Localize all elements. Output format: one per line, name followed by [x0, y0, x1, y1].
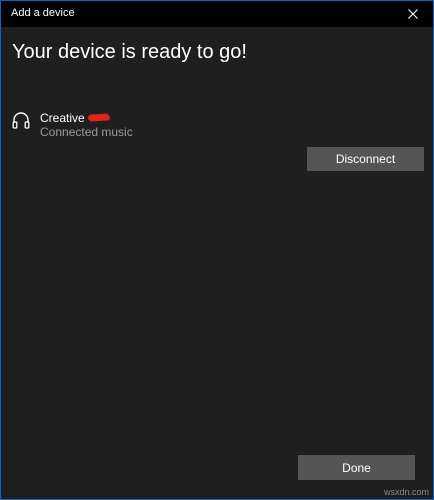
device-item: Creative Connected music [11, 107, 311, 143]
device-name-line: Creative [40, 109, 110, 125]
window-title: Add a device [11, 7, 75, 19]
device-name: Creative [40, 110, 85, 125]
close-button[interactable] [393, 1, 433, 27]
redaction-mark [87, 113, 110, 123]
headphones-icon [12, 112, 30, 129]
close-icon [408, 9, 418, 19]
add-device-window: Add a device Your device is ready to go!… [0, 0, 434, 500]
watermark-text: wsxdn.com [383, 487, 429, 497]
done-button[interactable]: Done [298, 455, 415, 480]
page-heading: Your device is ready to go! [12, 41, 247, 63]
title-bar: Add a device [1, 1, 433, 27]
device-status: Connected music [40, 125, 133, 139]
disconnect-button[interactable]: Disconnect [307, 147, 424, 171]
